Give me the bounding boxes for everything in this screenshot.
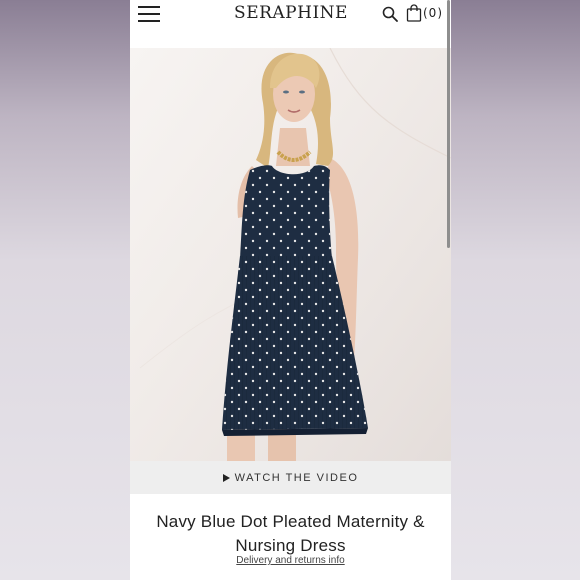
- shopping-bag-icon[interactable]: [406, 4, 422, 22]
- site-header: SERAPHINE (0): [130, 0, 451, 48]
- menu-bar: [138, 20, 160, 22]
- bag-count[interactable]: (0): [423, 6, 443, 20]
- watch-video-button[interactable]: WATCH THE VIDEO: [130, 461, 451, 494]
- search-icon[interactable]: [382, 6, 398, 22]
- menu-bar: [138, 6, 160, 8]
- product-title: Navy Blue Dot Pleated Maternity & Nursin…: [156, 512, 425, 555]
- delivery-returns-link[interactable]: Delivery and returns info: [130, 555, 451, 566]
- mobile-page: SERAPHINE (0) WATCH THE VIDEO Navy Blue …: [130, 0, 451, 580]
- menu-bar: [138, 13, 160, 15]
- model-photo: [139, 48, 451, 461]
- watch-video-label: WATCH THE VIDEO: [234, 471, 359, 484]
- hamburger-menu-icon[interactable]: [138, 6, 162, 24]
- product-image[interactable]: [130, 48, 451, 461]
- play-icon: [222, 473, 230, 482]
- page-scrollbar[interactable]: [447, 0, 450, 248]
- brand-logo[interactable]: SERAPHINE: [234, 3, 348, 23]
